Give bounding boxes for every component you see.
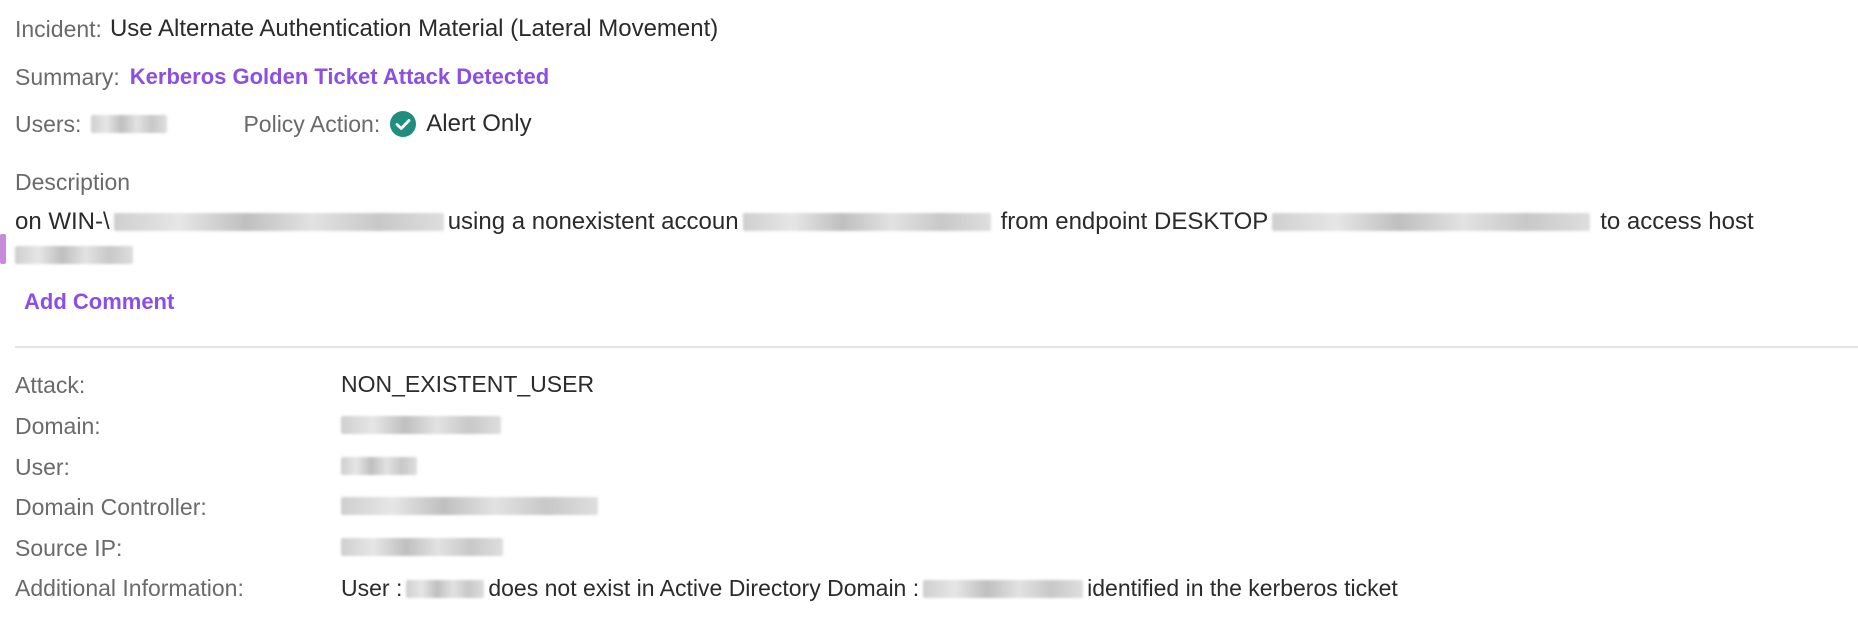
- summary-row: Summary: Kerberos Golden Ticket Attack D…: [15, 60, 549, 94]
- description-part1: on WIN-\: [15, 208, 110, 235]
- summary-link[interactable]: Kerberos Golden Ticket Attack Detected: [130, 64, 549, 90]
- source-ip-label: Source IP:: [15, 535, 123, 561]
- additional-info-part1: User :: [341, 575, 403, 601]
- domain-value: [341, 416, 505, 434]
- source-ip-redacted: [341, 538, 503, 556]
- attack-label: Attack:: [15, 372, 86, 398]
- description-text-line2: [15, 240, 137, 270]
- additional-info-user-redacted: [406, 579, 485, 598]
- users-value-redacted: [91, 115, 168, 133]
- incident-label: Incident:: [15, 15, 102, 42]
- description-header: Description: [15, 166, 130, 198]
- users-policy-row: Users: Policy Action: Alert Only: [15, 107, 532, 141]
- add-comment-row: Add Comment: [24, 286, 174, 318]
- policy-action-value: Alert Only: [426, 110, 532, 137]
- description-target-redacted: [15, 246, 133, 264]
- add-comment-link[interactable]: Add Comment: [24, 289, 174, 315]
- additional-info-value: User : does not exist in Active Director…: [341, 575, 1398, 602]
- description-account-redacted: [742, 213, 991, 231]
- description-host-redacted: [113, 213, 444, 231]
- description-part3: from endpoint DESKTOP: [1000, 208, 1269, 235]
- description-text: on WIN-\ using a nonexistent accoun from…: [15, 205, 1754, 239]
- source-ip-value: [341, 538, 507, 556]
- attack-value: NON_EXISTENT_USER: [341, 371, 595, 397]
- additional-info-domain-redacted: [923, 579, 1084, 598]
- summary-label: Summary:: [15, 63, 120, 90]
- domain-label: Domain:: [15, 413, 101, 439]
- user-value: [341, 457, 421, 475]
- incident-details-panel: Incident: Use Alternate Authentication M…: [0, 0, 1858, 624]
- user-value-redacted: [341, 457, 417, 475]
- incident-title: Use Alternate Authentication Material (L…: [109, 15, 719, 42]
- user-label: User:: [15, 454, 70, 480]
- description-part4: to access host: [1600, 208, 1754, 235]
- additional-info-part3: identified in the kerberos ticket: [1087, 575, 1398, 601]
- users-label: Users:: [15, 110, 82, 137]
- additional-info-part2: does not exist in Active Directory Domai…: [488, 575, 920, 601]
- domain-value-redacted: [341, 416, 501, 434]
- domain-controller-value: [341, 497, 602, 515]
- domain-controller-redacted: [341, 497, 598, 515]
- comment-marker: [0, 234, 6, 264]
- description-label: Description: [15, 168, 131, 195]
- description-part2: using a nonexistent accoun: [447, 208, 739, 235]
- description-endpoint-redacted: [1272, 213, 1591, 231]
- check-circle-icon: [390, 111, 417, 137]
- additional-info-label: Additional Information:: [15, 575, 244, 601]
- domain-controller-label: Domain Controller:: [15, 494, 207, 520]
- section-divider: [15, 346, 1858, 348]
- incident-row: Incident: Use Alternate Authentication M…: [15, 12, 718, 46]
- policy-action-label: Policy Action:: [243, 110, 381, 137]
